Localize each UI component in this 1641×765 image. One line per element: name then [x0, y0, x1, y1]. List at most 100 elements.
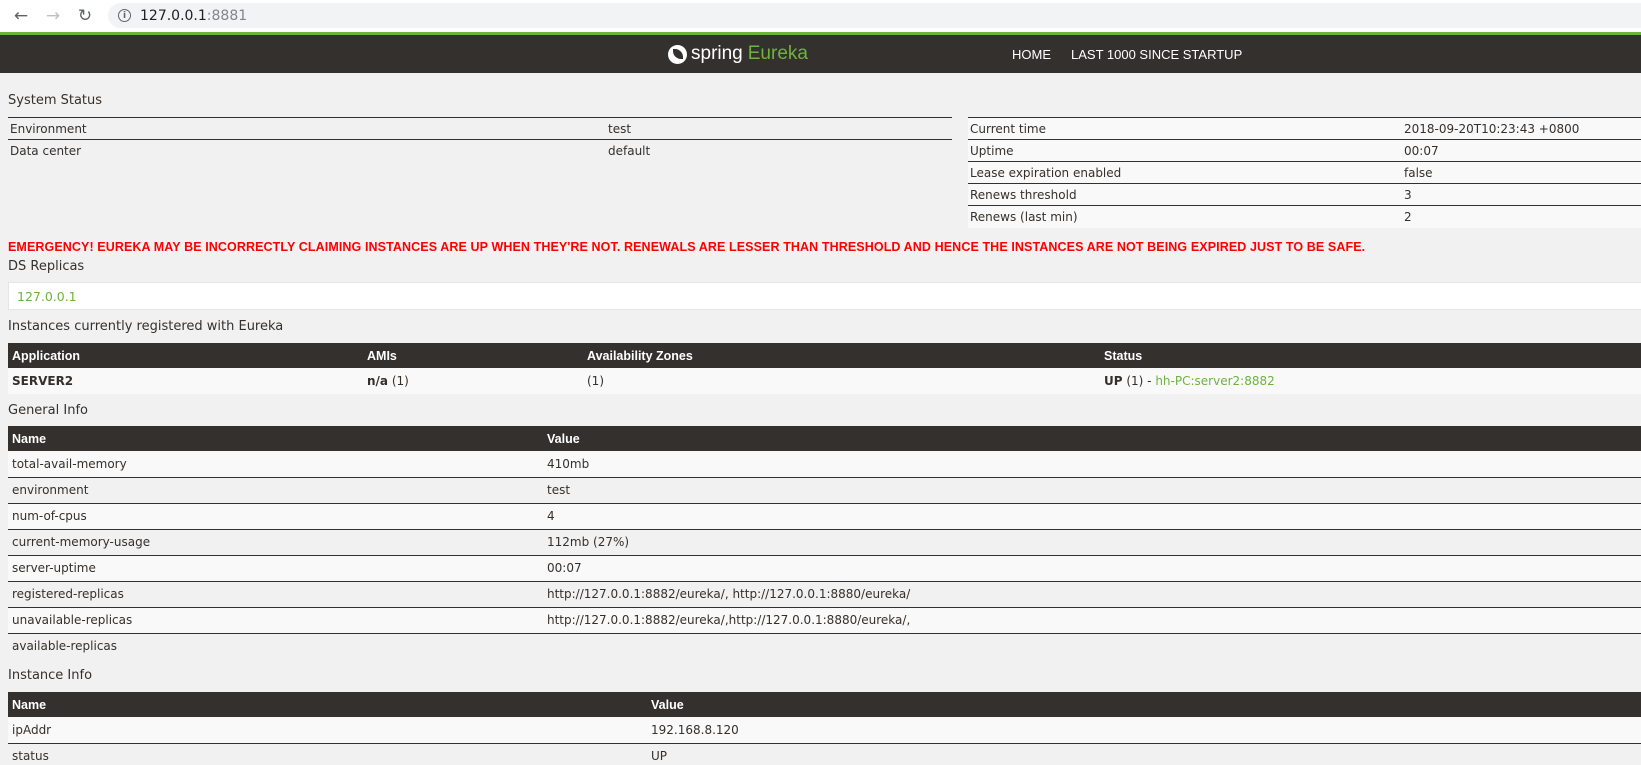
- general-info-header-row: Name Value: [8, 426, 1641, 451]
- info-value: 410mb: [543, 451, 1641, 478]
- info-name: environment: [8, 477, 543, 504]
- status-value: 2: [1402, 205, 1641, 228]
- reload-icon[interactable]: ↻: [74, 5, 96, 27]
- ds-replica-link[interactable]: 127.0.0.1: [17, 289, 77, 304]
- amis-count: (1): [388, 374, 409, 388]
- zones-cell: (1): [583, 368, 1100, 394]
- table-row: available-replicas: [8, 633, 1641, 659]
- ds-replicas-heading: DS Replicas: [8, 259, 85, 274]
- info-value: [543, 633, 1641, 659]
- status-value: UP: [1104, 374, 1123, 388]
- table-row: registered-replicas http://127.0.0.1:8882…: [8, 581, 1641, 608]
- application-name: SERVER2: [8, 368, 363, 394]
- brand-spring: spring: [691, 43, 743, 64]
- status-row: Renews (last min) 2: [968, 205, 1641, 228]
- status-label: Current time: [968, 117, 1402, 140]
- info-name: status: [8, 743, 647, 765]
- status-value: default: [606, 139, 952, 162]
- info-value: UP: [647, 743, 1641, 765]
- info-name: ipAddr: [8, 717, 647, 744]
- status-label: Lease expiration enabled: [968, 161, 1402, 184]
- info-value: test: [543, 477, 1641, 504]
- nav-last-1000-link[interactable]: LAST 1000 SINCE STARTUP: [1071, 47, 1242, 62]
- status-count: (1) -: [1122, 374, 1156, 388]
- system-status-left-table: Environment test Data center default: [8, 117, 952, 162]
- info-value: 192.168.8.120: [647, 717, 1641, 744]
- instances-table: Application AMIs Availability Zones Stat…: [8, 343, 1641, 394]
- table-row: status UP: [8, 743, 1641, 765]
- status-row: Uptime 00:07: [968, 139, 1641, 162]
- address-bar[interactable]: i 127.0.0.1:8881: [108, 3, 1641, 28]
- info-value: http://127.0.0.1:8882/eureka/, http://12…: [543, 581, 1641, 608]
- status-value: test: [606, 117, 952, 140]
- table-row: num-of-cpus 4: [8, 503, 1641, 530]
- spring-leaf-icon: [668, 44, 687, 64]
- amis-cell: n/a (1): [363, 368, 583, 394]
- brand-eureka: Eureka: [747, 43, 808, 64]
- table-row: environment test: [8, 477, 1641, 504]
- info-value: 4: [543, 503, 1641, 530]
- column-header: Availability Zones: [583, 343, 1100, 368]
- status-label: Environment: [8, 117, 606, 140]
- ds-replicas-list: 127.0.0.1: [8, 282, 1641, 310]
- instances-header-row: Application AMIs Availability Zones Stat…: [8, 343, 1641, 368]
- column-header: Status: [1100, 343, 1641, 368]
- instance-info-heading: Instance Info: [8, 668, 93, 683]
- system-status-heading: System Status: [8, 93, 103, 108]
- column-header: AMIs: [363, 343, 583, 368]
- instance-info-header-row: Name Value: [8, 692, 1641, 717]
- column-header: Name: [8, 426, 543, 451]
- table-row: server-uptime 00:07: [8, 555, 1641, 582]
- status-value: false: [1402, 161, 1641, 184]
- table-row: unavailable-replicas http://127.0.0.1:888…: [8, 607, 1641, 634]
- info-name: current-memory-usage: [8, 529, 543, 556]
- back-arrow-icon[interactable]: ←: [10, 5, 32, 27]
- status-label: Renews (last min): [968, 205, 1402, 228]
- table-row: ipAddr 192.168.8.120: [8, 717, 1641, 744]
- info-value: 00:07: [543, 555, 1641, 582]
- info-value: 112mb (27%): [543, 529, 1641, 556]
- status-row: Data center default: [8, 139, 952, 162]
- table-row: SERVER2 n/a (1) (1) UP (1) - hh-PC:serve…: [8, 368, 1641, 394]
- info-name: num-of-cpus: [8, 503, 543, 530]
- amis-value: n/a: [367, 374, 389, 388]
- status-label: Renews threshold: [968, 183, 1402, 206]
- column-header: Name: [8, 692, 647, 717]
- column-header: Application: [8, 343, 363, 368]
- top-navbar: spring Eureka HOME LAST 1000 SINCE START…: [0, 32, 1641, 73]
- status-row: Lease expiration enabled false: [968, 161, 1641, 184]
- table-row: total-avail-memory 410mb: [8, 451, 1641, 478]
- info-name: unavailable-replicas: [8, 607, 543, 634]
- general-info-table: Name Value total-avail-memory 410mb envir…: [8, 426, 1641, 659]
- status-row: Environment test: [8, 117, 952, 140]
- status-cell: UP (1) - hh-PC:server2:8882: [1100, 368, 1641, 394]
- instances-heading: Instances currently registered with Eure…: [8, 319, 284, 334]
- spring-eureka-logo[interactable]: spring Eureka: [668, 41, 808, 67]
- status-value: 3: [1402, 183, 1641, 206]
- info-name: registered-replicas: [8, 581, 543, 608]
- status-value: 00:07: [1402, 139, 1641, 162]
- info-name: available-replicas: [8, 633, 543, 659]
- instance-link[interactable]: hh-PC:server2:8882: [1155, 374, 1274, 388]
- info-name: server-uptime: [8, 555, 543, 582]
- url-host: 127.0.0.1: [140, 7, 207, 24]
- info-name: total-avail-memory: [8, 451, 543, 478]
- column-header: Value: [543, 426, 1641, 451]
- general-info-heading: General Info: [8, 403, 88, 418]
- system-status-right-table: Current time 2018-09-20T10:23:43 +0800 U…: [968, 117, 1641, 228]
- url-port: :8881: [206, 7, 248, 24]
- info-value: http://127.0.0.1:8882/eureka/,http://127…: [543, 607, 1641, 634]
- status-row: Renews threshold 3: [968, 183, 1641, 206]
- emergency-warning: EMERGENCY! EUREKA MAY BE INCORRECTLY CLA…: [8, 240, 1366, 254]
- column-header: Value: [647, 692, 1641, 717]
- nav-home-link[interactable]: HOME: [1012, 47, 1051, 62]
- status-label: Data center: [8, 139, 606, 162]
- status-label: Uptime: [968, 139, 1402, 162]
- browser-toolbar: ← → ↻ i 127.0.0.1:8881: [0, 0, 1641, 32]
- table-row: current-memory-usage 112mb (27%): [8, 529, 1641, 556]
- site-info-icon[interactable]: i: [118, 9, 131, 22]
- forward-arrow-icon[interactable]: →: [42, 5, 64, 27]
- status-value: 2018-09-20T10:23:43 +0800: [1402, 117, 1641, 140]
- instance-info-table: Name Value ipAddr 192.168.8.120 status UP: [8, 692, 1641, 765]
- status-row: Current time 2018-09-20T10:23:43 +0800: [968, 117, 1641, 140]
